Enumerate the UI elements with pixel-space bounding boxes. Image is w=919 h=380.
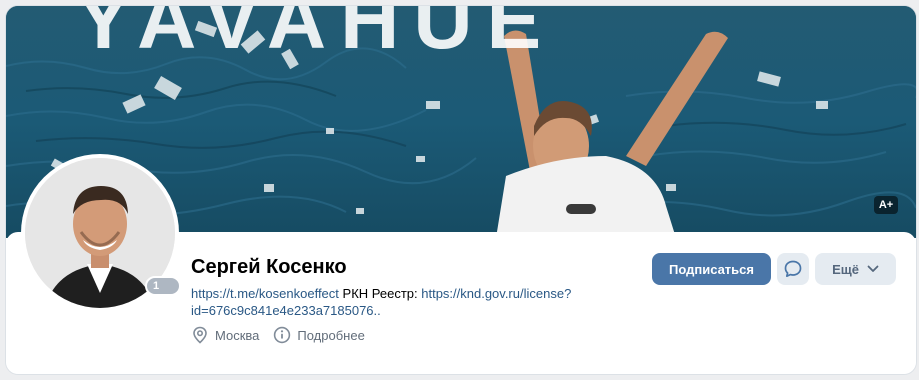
subscribe-button[interactable]: Подписаться xyxy=(652,253,771,285)
location-pin-icon xyxy=(193,326,207,344)
profile-name: Сергей Косенко xyxy=(191,256,347,278)
chevron-down-icon xyxy=(867,265,879,272)
message-icon xyxy=(784,260,802,278)
profile-card: YAVAHUE A+ 1 мес Сергей Косенко https://… xyxy=(6,6,916,374)
profile-status: https://t.me/kosenkoeffect РКН Реестр: h… xyxy=(191,285,611,319)
cover-title-text: YAVAHUE xyxy=(76,6,556,66)
message-button[interactable] xyxy=(777,253,809,285)
profile-meta-row: Москва Подробнее xyxy=(191,326,379,344)
avatar[interactable]: 1 мес xyxy=(21,154,182,312)
details-item[interactable]: Подробнее xyxy=(273,326,365,344)
font-size-icon[interactable]: A+ xyxy=(874,196,898,214)
location-label: Москва xyxy=(215,327,260,343)
more-button[interactable]: Ещё xyxy=(815,253,896,285)
details-label: Подробнее xyxy=(297,327,365,343)
status-link-telegram[interactable]: https://t.me/kosenkoeffect xyxy=(191,286,339,301)
location-item[interactable]: Москва xyxy=(191,326,259,344)
more-label: Ещё xyxy=(832,261,859,277)
status-text: РКН Реестр: xyxy=(338,286,422,301)
last-seen-badge: 1 мес xyxy=(145,276,182,308)
info-icon xyxy=(274,326,291,344)
